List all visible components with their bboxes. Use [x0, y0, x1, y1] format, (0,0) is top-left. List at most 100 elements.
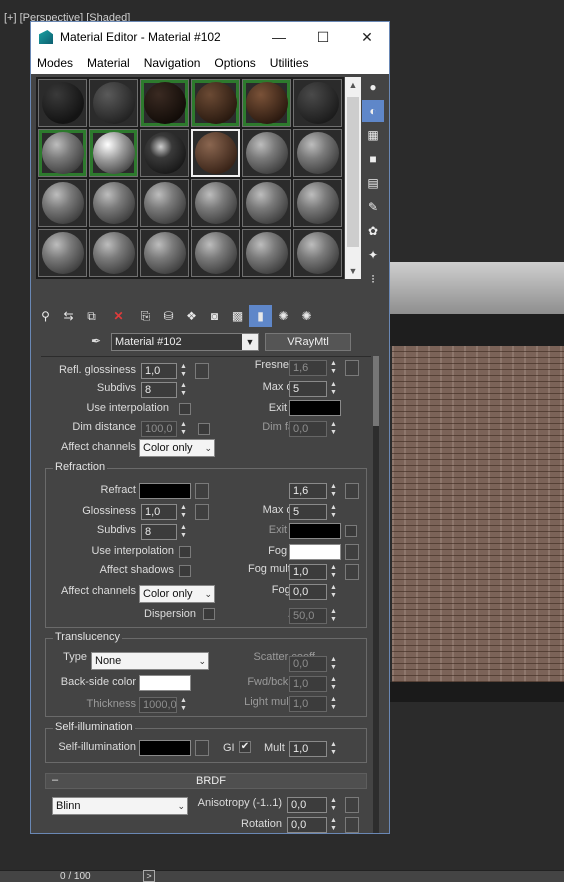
pick-material-icon[interactable]: ✺: [295, 305, 318, 327]
fog-multiplier-map-button[interactable]: [345, 564, 359, 580]
material-map-navigator-icon[interactable]: ⁝: [362, 268, 384, 290]
dim-falloff-input[interactable]: 0,0: [289, 421, 327, 437]
brdf-type-dropdown[interactable]: Blinn ⌄: [52, 797, 188, 815]
brdf-rollout-header[interactable]: – BRDF: [45, 773, 367, 789]
background-checker-icon[interactable]: ▦: [362, 124, 384, 146]
subdivs-spinner[interactable]: ▲ ▼: [179, 382, 188, 398]
refr-subdivs-spinner[interactable]: ▲ ▼: [179, 524, 188, 540]
backside-color-swatch[interactable]: [139, 675, 191, 691]
sample-slot[interactable]: [89, 129, 138, 177]
use-interpolation-checkbox[interactable]: [179, 403, 191, 415]
sample-slot[interactable]: [293, 79, 342, 127]
mult-spinner[interactable]: ▲ ▼: [329, 741, 338, 757]
sample-slot[interactable]: [140, 229, 189, 277]
refract-map-button[interactable]: [195, 483, 209, 499]
fwdbck-coeff-input[interactable]: 1,0: [289, 676, 327, 692]
scroll-down-icon[interactable]: ▼: [345, 263, 361, 279]
sample-slot[interactable]: [191, 79, 240, 127]
refr-use-interpolation-checkbox[interactable]: [179, 546, 191, 558]
sample-slot[interactable]: [242, 129, 291, 177]
scroll-thumb[interactable]: [347, 97, 359, 247]
anisotropy-spinner[interactable]: ▲ ▼: [329, 797, 338, 813]
scatter-coeff-input[interactable]: 0,0: [289, 656, 327, 672]
abbe-spinner[interactable]: ▲ ▼: [329, 608, 338, 624]
anisotropy-map-button[interactable]: [345, 797, 359, 813]
backlight-icon[interactable]: ◐: [362, 100, 384, 122]
refl-glossiness-map-button[interactable]: [195, 363, 209, 379]
sample-type-icon[interactable]: ●: [362, 76, 384, 98]
fog-color-swatch[interactable]: [289, 544, 341, 560]
gi-checkbox[interactable]: ✔: [239, 741, 251, 753]
fog-bias-input[interactable]: 0,0: [289, 584, 327, 600]
sample-uv-icon[interactable]: ■: [362, 148, 384, 170]
dim-distance-checkbox[interactable]: [198, 423, 210, 435]
rotation-map-button[interactable]: [345, 817, 359, 833]
dim-falloff-spinner[interactable]: ▲ ▼: [329, 421, 338, 437]
scatter-coeff-spinner[interactable]: ▲ ▼: [329, 656, 338, 672]
exit-color-swatch[interactable]: [289, 400, 341, 416]
dim-distance-input[interactable]: 100,0: [141, 421, 177, 437]
sample-slot[interactable]: [38, 229, 87, 277]
minimize-button[interactable]: —: [257, 29, 301, 45]
reset-map-icon[interactable]: ✕: [107, 305, 130, 327]
affect-channels-dropdown[interactable]: Color only ⌄: [139, 439, 215, 457]
sample-slot[interactable]: [89, 79, 138, 127]
refract-color-swatch[interactable]: [139, 483, 191, 499]
params-scroll-thumb[interactable]: [373, 356, 379, 426]
dispersion-checkbox[interactable]: [203, 608, 215, 620]
put-to-scene-icon[interactable]: ⇆: [57, 305, 80, 327]
thickness-input[interactable]: 1000,0: [139, 697, 177, 713]
ior-input[interactable]: 1,6: [289, 483, 327, 499]
affect-shadows-checkbox[interactable]: [179, 565, 191, 577]
show-map-icon[interactable]: ◙: [203, 305, 226, 327]
refr-exit-color-checkbox[interactable]: [345, 525, 357, 537]
sample-slot[interactable]: [242, 79, 291, 127]
refr-exit-color-swatch[interactable]: [289, 523, 341, 539]
slots-scrollbar[interactable]: ▲ ▼: [345, 77, 361, 279]
sample-slot[interactable]: [191, 179, 240, 227]
menu-utilities[interactable]: Utilities: [270, 56, 309, 70]
sample-slot[interactable]: [38, 179, 87, 227]
show-end-result-icon[interactable]: ▩: [226, 305, 249, 327]
max-depth-spinner[interactable]: ▲ ▼: [329, 381, 338, 397]
fog-multiplier-input[interactable]: 1,0: [289, 564, 327, 580]
video-color-check-icon[interactable]: ▤: [362, 172, 384, 194]
params-scrollbar[interactable]: [373, 356, 379, 833]
material-name-field[interactable]: Material #102 ▼: [111, 333, 259, 351]
menu-navigation[interactable]: Navigation: [144, 56, 201, 70]
make-unique-icon[interactable]: ⎘: [134, 305, 157, 327]
self-illumination-swatch[interactable]: [139, 740, 191, 756]
next-frame-button[interactable]: >: [143, 870, 155, 882]
fwdbck-coeff-spinner[interactable]: ▲ ▼: [329, 676, 338, 692]
maximize-button[interactable]: ☐: [301, 29, 345, 46]
refr-subdivs-input[interactable]: 8: [141, 524, 177, 540]
light-multiplier-spinner[interactable]: ▲ ▼: [329, 696, 338, 712]
rotation-input[interactable]: 0,0: [287, 817, 327, 833]
fog-color-map-button[interactable]: [345, 544, 359, 560]
put-to-library-icon[interactable]: ⛁: [157, 305, 180, 327]
sample-slot[interactable]: [140, 179, 189, 227]
dim-distance-spinner[interactable]: ▲ ▼: [179, 421, 188, 437]
collapse-icon[interactable]: –: [52, 774, 58, 786]
light-multiplier-input[interactable]: 1,0: [289, 696, 327, 712]
title-bar[interactable]: Material Editor - Material #102 — ☐ ✕: [31, 22, 389, 52]
sample-slot[interactable]: [191, 229, 240, 277]
refr-max-depth-spinner[interactable]: ▲ ▼: [329, 504, 338, 520]
subdivs-input[interactable]: 8: [141, 382, 177, 398]
sample-slot[interactable]: [89, 229, 138, 277]
menu-modes[interactable]: Modes: [37, 56, 73, 70]
fresnel-ior-map-button[interactable]: [345, 360, 359, 376]
assign-to-selection-icon[interactable]: ⧉: [80, 305, 103, 327]
refl-glossiness-input[interactable]: 1,0: [141, 363, 177, 379]
menu-material[interactable]: Material: [87, 56, 130, 70]
ior-spinner[interactable]: ▲ ▼: [329, 483, 338, 499]
go-forward-sibling-icon[interactable]: ✺: [272, 305, 295, 327]
ior-map-button[interactable]: [345, 483, 359, 499]
glossiness-input[interactable]: 1,0: [141, 504, 177, 520]
rotation-spinner[interactable]: ▲ ▼: [329, 817, 338, 833]
sample-slot[interactable]: [140, 129, 189, 177]
get-material-icon[interactable]: ⚲: [34, 305, 57, 327]
sample-slot[interactable]: [293, 179, 342, 227]
scroll-up-icon[interactable]: ▲: [345, 77, 361, 93]
select-by-material-icon[interactable]: ✦: [362, 244, 384, 266]
